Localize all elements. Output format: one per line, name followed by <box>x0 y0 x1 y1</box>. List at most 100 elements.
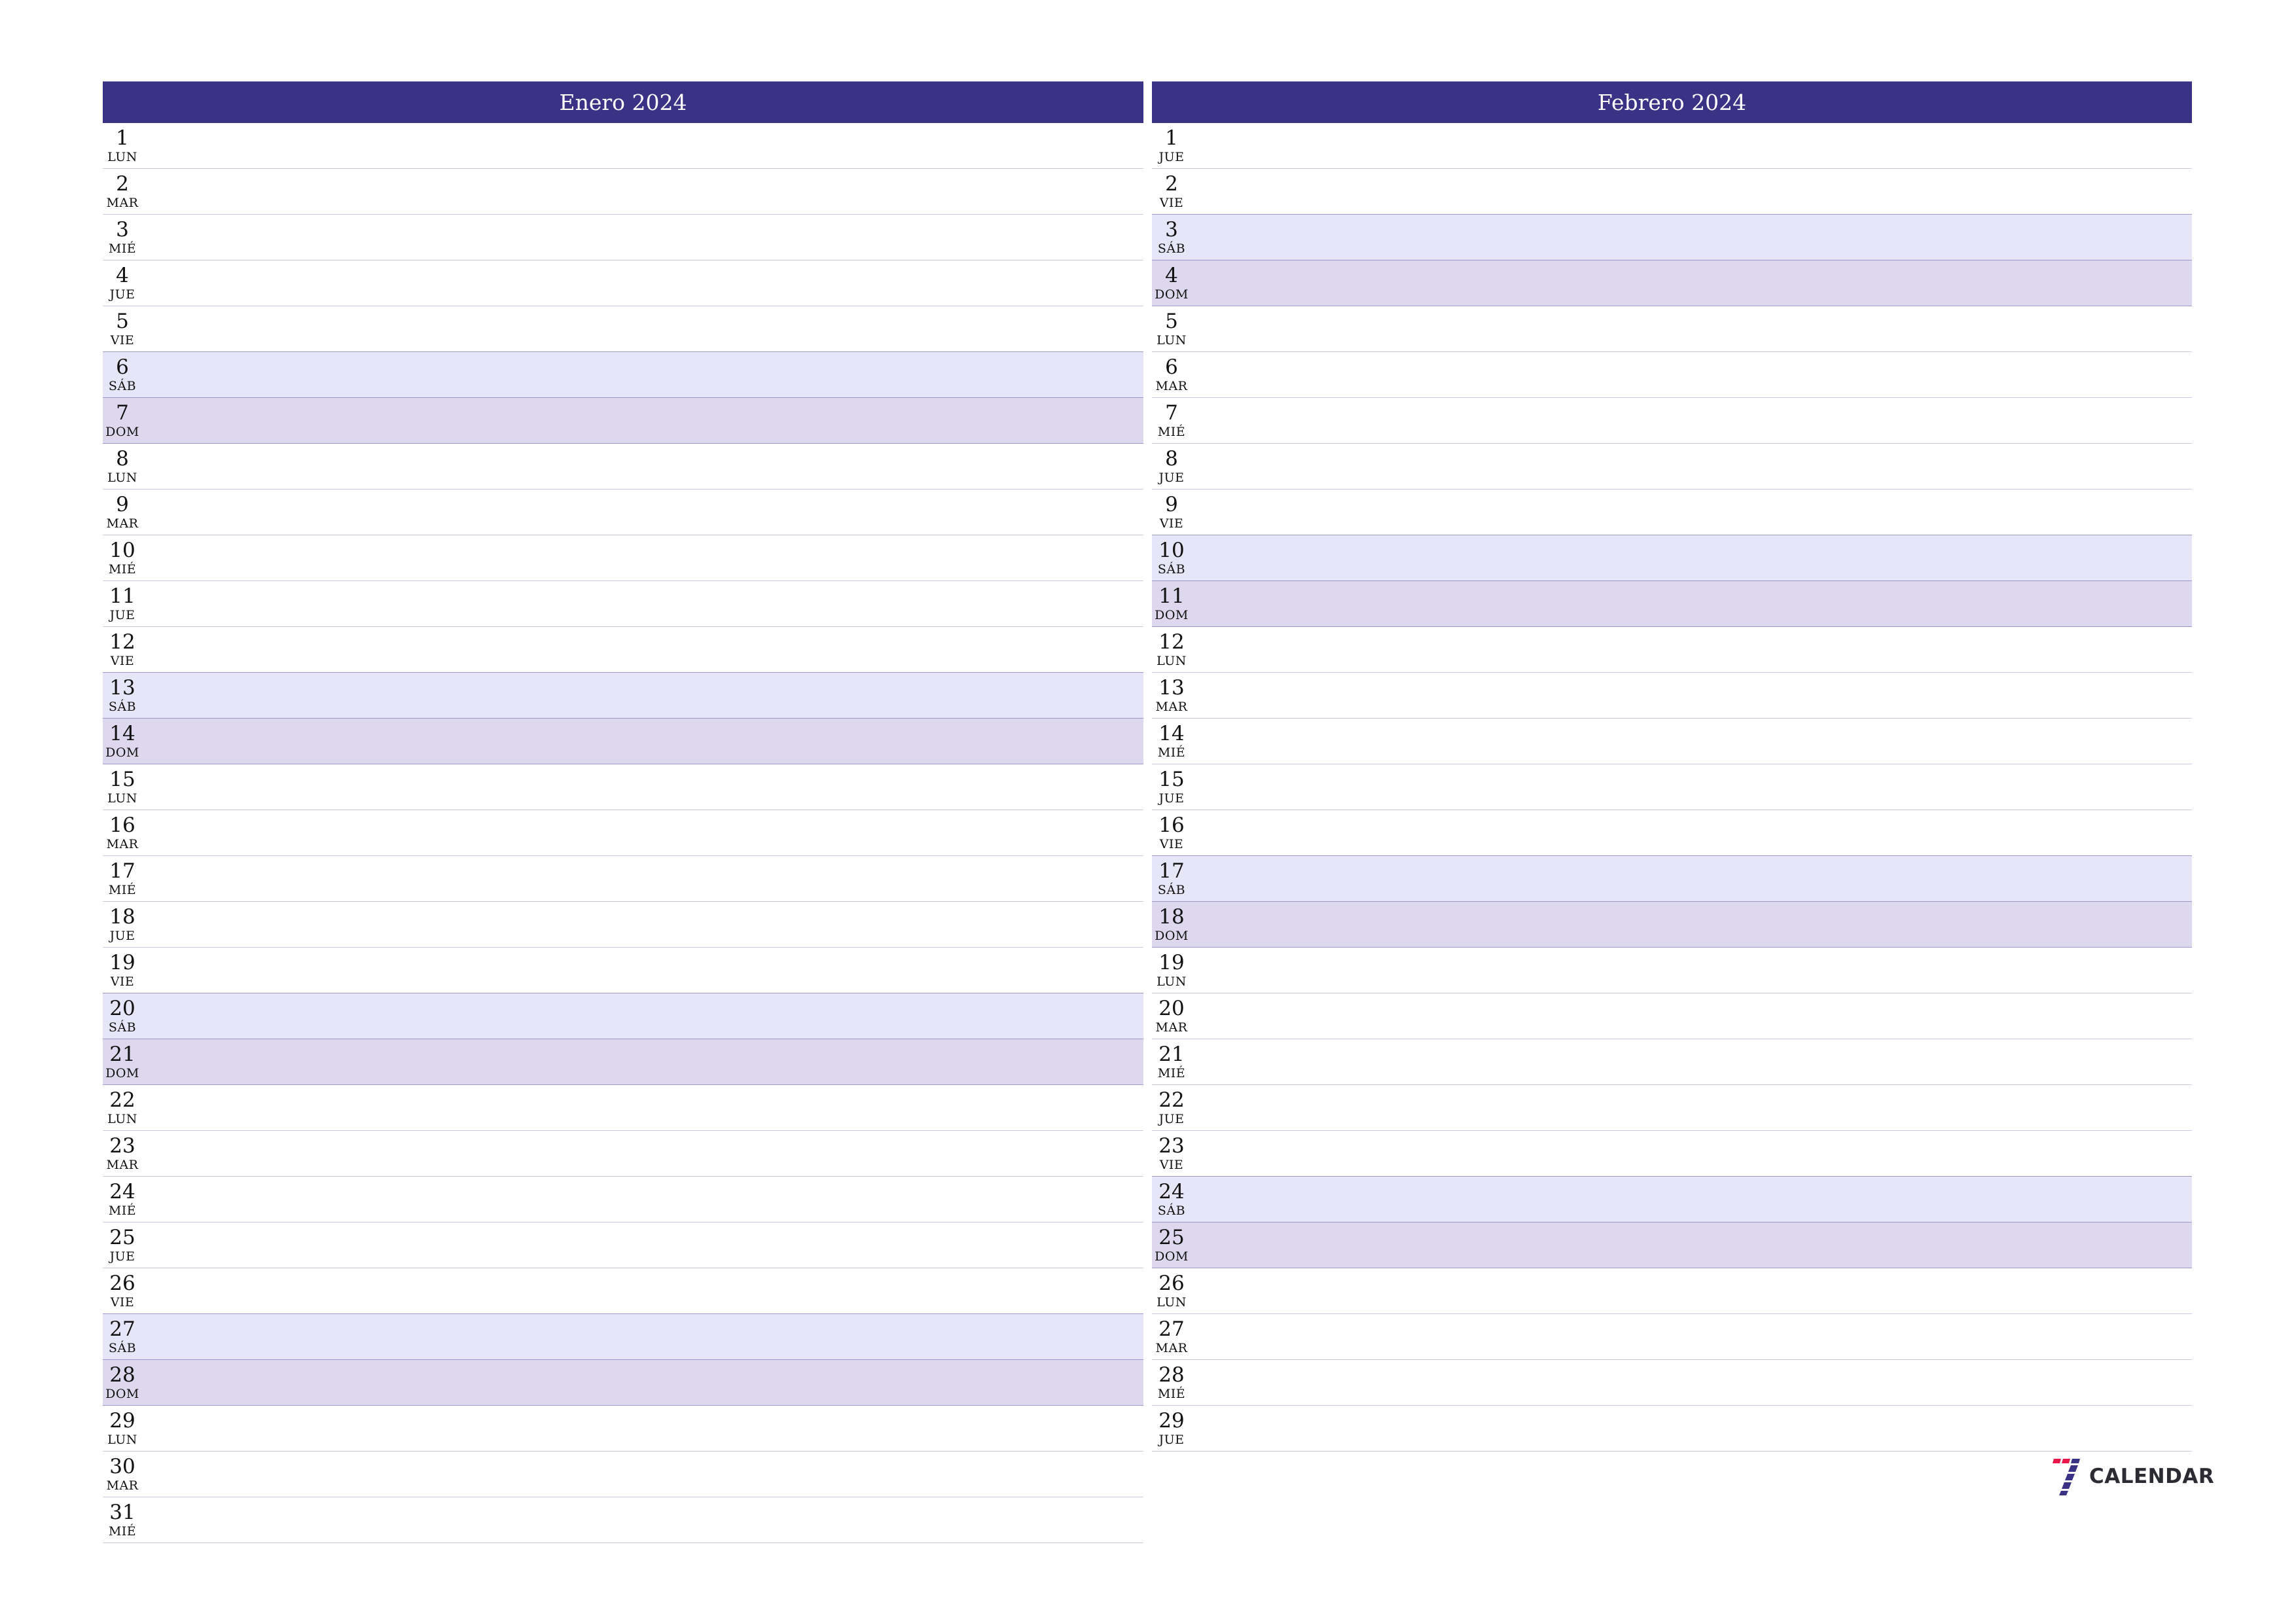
weekday-label: SÁB <box>108 1341 137 1355</box>
notes-area <box>142 856 1143 901</box>
day-number: 11 <box>109 584 135 608</box>
weekday-label: MAR <box>1155 379 1188 393</box>
day-cell: 7 MIÉ <box>1152 398 1191 443</box>
notes-area <box>1191 1131 2192 1176</box>
weekday-label: LUN <box>1157 654 1187 668</box>
day-cell: 22 LUN <box>103 1085 142 1130</box>
day-row: 20 SÁB <box>103 993 1143 1039</box>
notes-area <box>142 535 1143 580</box>
day-cell: 10 MIÉ <box>103 535 142 580</box>
day-cell: 1 LUN <box>103 123 142 168</box>
month-january: Enero 2024 1 LUN 2 MAR 3 MIÉ 4 JUE 5 VIE 6 SÁB 7 DOM 8… <box>103 81 1143 1543</box>
day-cell: 29 LUN <box>103 1406 142 1451</box>
weekday-label: SÁB <box>108 1020 137 1035</box>
day-number: 1 <box>116 126 129 150</box>
weekday-label: VIE <box>110 1295 135 1310</box>
day-number: 21 <box>1158 1043 1185 1066</box>
day-row: 19 VIE <box>103 948 1143 993</box>
weekday-label: LUN <box>1157 1295 1187 1310</box>
notes-area <box>1191 1314 2192 1359</box>
day-row: 23 MAR <box>103 1131 1143 1177</box>
weekday-label: MAR <box>1155 1020 1188 1035</box>
day-row: 16 VIE <box>1152 810 2192 856</box>
weekday-label: DOM <box>1155 929 1189 943</box>
day-row: 20 MAR <box>1152 993 2192 1039</box>
notes-area <box>1191 215 2192 260</box>
weekday-label: LUN <box>1157 974 1187 989</box>
day-cell: 14 MIÉ <box>1152 719 1191 764</box>
weekday-label: JUE <box>1158 1112 1185 1126</box>
day-number: 17 <box>109 859 135 883</box>
day-cell: 29 JUE <box>1152 1406 1191 1451</box>
day-cell: 6 MAR <box>1152 352 1191 397</box>
day-row: 15 LUN <box>103 764 1143 810</box>
day-number: 1 <box>1165 126 1178 150</box>
weekday-label: DOM <box>105 745 139 760</box>
notes-area <box>1191 398 2192 443</box>
notes-area <box>142 810 1143 855</box>
notes-area <box>1191 260 2192 306</box>
weekday-label: VIE <box>110 654 135 668</box>
notes-area <box>1191 948 2192 993</box>
notes-area <box>1191 1085 2192 1130</box>
day-cell: 27 MAR <box>1152 1314 1191 1359</box>
day-row: 28 MIÉ <box>1152 1360 2192 1406</box>
day-cell: 28 MIÉ <box>1152 1360 1191 1405</box>
notes-area <box>142 1177 1143 1222</box>
notes-area <box>1191 535 2192 580</box>
notes-area <box>142 1314 1143 1359</box>
day-cell: 7 DOM <box>103 398 142 443</box>
weekday-label: VIE <box>1159 837 1184 851</box>
day-cell: 4 DOM <box>1152 260 1191 306</box>
day-cell: 27 SÁB <box>103 1314 142 1359</box>
notes-area <box>1191 902 2192 947</box>
day-number: 8 <box>1165 447 1178 471</box>
day-cell: 18 JUE <box>103 902 142 947</box>
weekday-label: JUE <box>1158 1433 1185 1447</box>
day-row: 30 MAR <box>103 1452 1143 1497</box>
weekday-label: MAR <box>106 837 139 851</box>
day-cell: 19 LUN <box>1152 948 1191 993</box>
day-number: 8 <box>116 447 129 471</box>
day-row: 14 DOM <box>103 719 1143 764</box>
weekday-label: MIÉ <box>108 562 137 577</box>
weekday-label: DOM <box>105 1066 139 1080</box>
day-cell: 11 JUE <box>103 581 142 626</box>
day-row: 22 JUE <box>1152 1085 2192 1131</box>
day-cell: 14 DOM <box>103 719 142 764</box>
notes-area <box>1191 1406 2192 1451</box>
day-row: 29 LUN <box>103 1406 1143 1452</box>
day-number: 16 <box>109 813 135 837</box>
weekday-label: MIÉ <box>108 241 137 256</box>
day-row: 17 MIÉ <box>103 856 1143 902</box>
weekday-label: MIÉ <box>1157 745 1186 760</box>
day-row: 19 LUN <box>1152 948 2192 993</box>
day-row: 16 MAR <box>103 810 1143 856</box>
weekday-label: MAR <box>106 196 139 210</box>
day-number: 29 <box>1158 1409 1185 1433</box>
day-number: 19 <box>1158 951 1185 974</box>
day-cell: 9 MAR <box>103 490 142 535</box>
weekday-label: DOM <box>105 425 139 439</box>
day-row: 26 LUN <box>1152 1268 2192 1314</box>
notes-area <box>142 123 1143 168</box>
notes-area <box>142 1452 1143 1497</box>
day-number: 28 <box>1158 1363 1185 1387</box>
day-number: 22 <box>1158 1088 1185 1112</box>
day-number: 4 <box>1165 264 1178 287</box>
notes-area <box>142 1039 1143 1084</box>
day-row: 23 VIE <box>1152 1131 2192 1177</box>
weekday-label: JUE <box>109 929 135 943</box>
day-cell: 26 LUN <box>1152 1268 1191 1313</box>
day-number: 29 <box>109 1409 135 1433</box>
weekday-label: JUE <box>1158 150 1185 164</box>
weekday-label: SÁB <box>108 700 137 714</box>
weekday-label: LUN <box>107 471 137 485</box>
day-cell: 22 JUE <box>1152 1085 1191 1130</box>
day-number: 25 <box>1158 1226 1185 1249</box>
day-row: 5 LUN <box>1152 306 2192 352</box>
day-cell: 16 VIE <box>1152 810 1191 855</box>
day-number: 10 <box>109 539 135 562</box>
day-number: 24 <box>109 1180 135 1204</box>
day-number: 15 <box>1158 768 1185 791</box>
